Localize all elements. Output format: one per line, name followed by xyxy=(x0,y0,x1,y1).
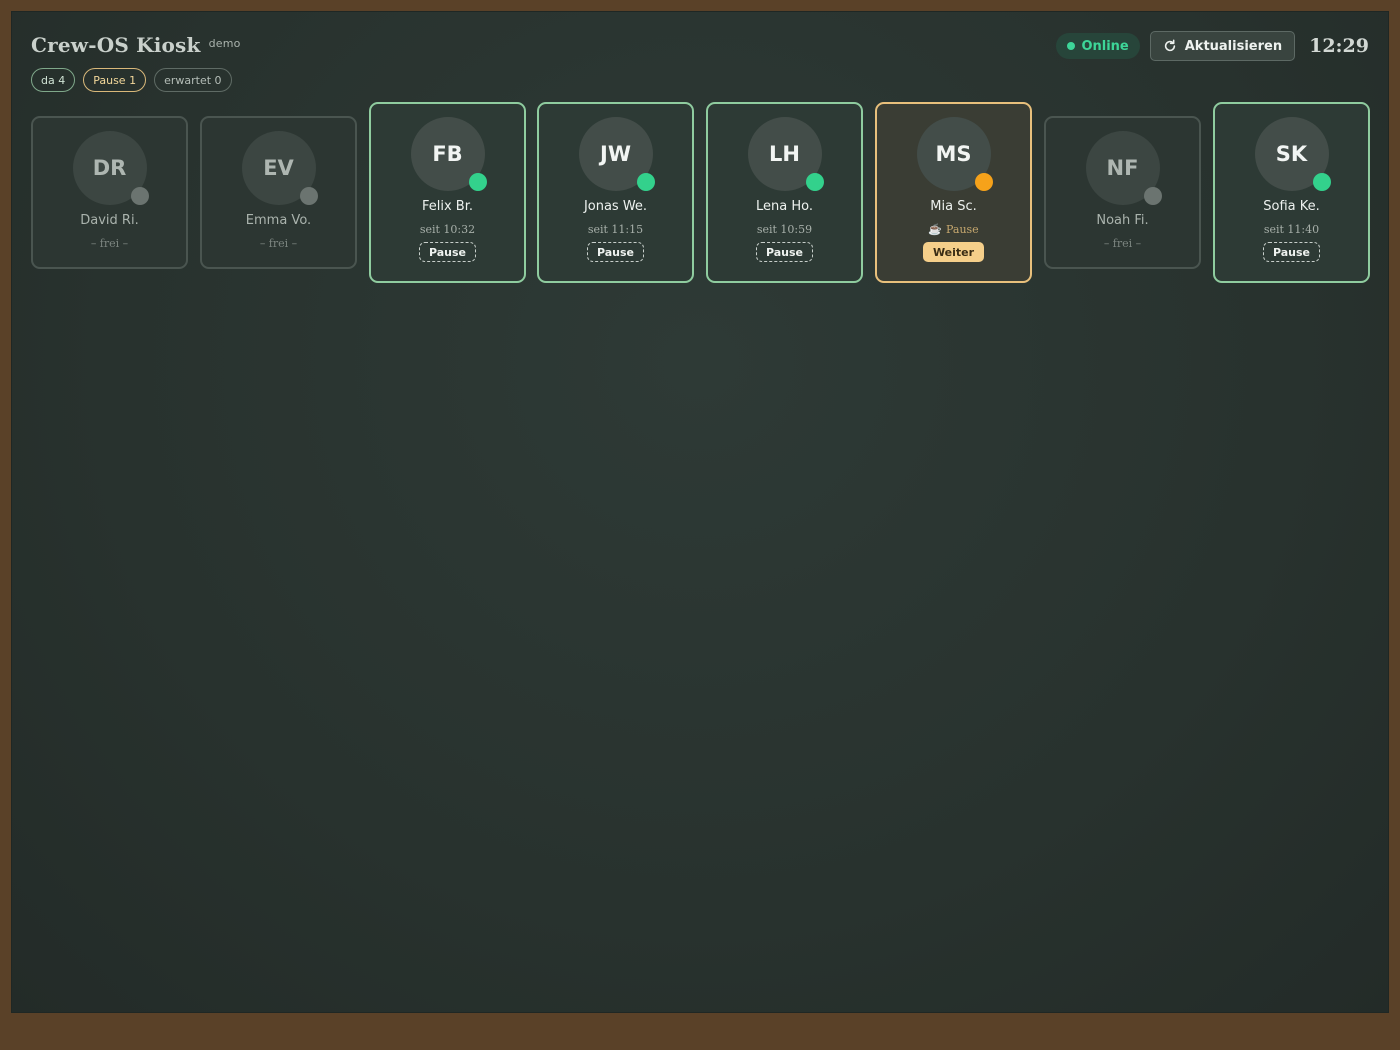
presence-dot-icon xyxy=(299,187,318,205)
crew-name: Mia Sc. xyxy=(930,199,977,214)
avatar: DR xyxy=(72,131,149,205)
crew-name: Sofia Ke. xyxy=(1263,199,1320,214)
clock: 12:29 xyxy=(1309,35,1369,57)
crew-name: Lena Ho. xyxy=(756,199,813,214)
crew-status-text: seit 11:40 xyxy=(1264,223,1319,236)
avatar: FB xyxy=(410,117,487,191)
crew-card[interactable]: SK Sofia Ke. seit 11:40 Pause xyxy=(1213,102,1370,283)
chip-expected[interactable]: erwartet 0 xyxy=(154,68,232,92)
crew-status-label: – frei – xyxy=(90,237,129,250)
online-dot-icon xyxy=(1067,42,1076,50)
avatar-initials: EV xyxy=(263,156,294,180)
crew-status-label: Pause xyxy=(945,223,979,236)
avatar: EV xyxy=(241,131,318,205)
presence-dot-icon xyxy=(974,173,993,191)
app-title-text: Crew-OS Kiosk xyxy=(31,33,201,57)
crew-status-text: ☕ Pause xyxy=(928,223,978,236)
kiosk-board: Crew-OS Kiosk demo da 4 Pause 1 erwartet … xyxy=(11,11,1389,1013)
avatar-initials: DR xyxy=(92,156,127,180)
crew-status-label: seit 10:59 xyxy=(756,223,813,236)
crew-status-label: – frei – xyxy=(259,237,298,250)
summary-chips: da 4 Pause 1 erwartet 0 xyxy=(31,68,232,92)
crew-status-text: seit 11:15 xyxy=(588,223,643,236)
crew-status-text: – frei – xyxy=(91,237,128,250)
crew-status-text: seit 10:59 xyxy=(757,223,812,236)
pause-button[interactable]: Pause xyxy=(755,242,814,262)
presence-dot-icon xyxy=(1312,173,1331,191)
crew-status-label: – frei – xyxy=(1103,237,1142,250)
refresh-icon xyxy=(1164,39,1175,52)
avatar: NF xyxy=(1085,131,1162,205)
presence-dot-icon xyxy=(1143,187,1162,205)
pause-button[interactable]: Pause xyxy=(1262,242,1321,262)
crew-card[interactable]: EV Emma Vo. – frei – xyxy=(200,116,357,269)
crew-status-label: seit 10:32 xyxy=(419,223,476,236)
crew-card[interactable]: LH Lena Ho. seit 10:59 Pause xyxy=(706,102,863,283)
avatar-initials: NF xyxy=(1106,156,1139,180)
avatar-initials: MS xyxy=(935,142,972,166)
demo-badge: demo xyxy=(208,37,241,50)
crew-card[interactable]: FB Felix Br. seit 10:32 Pause xyxy=(369,102,526,283)
resume-button[interactable]: Weiter xyxy=(922,242,985,262)
app-title: Crew-OS Kiosk demo xyxy=(31,33,241,57)
crew-card[interactable]: MS Mia Sc. ☕ Pause Weiter xyxy=(875,102,1032,283)
crew-status-text: – frei – xyxy=(260,237,297,250)
crew-name: Jonas We. xyxy=(583,199,648,214)
crew-card[interactable]: JW Jonas We. seit 11:15 Pause xyxy=(537,102,694,283)
pause-button[interactable]: Pause xyxy=(418,242,477,262)
avatar: MS xyxy=(916,117,993,191)
chip-present[interactable]: da 4 xyxy=(31,68,76,92)
crew-status-text: – frei – xyxy=(1104,237,1141,250)
avatar: LH xyxy=(747,117,824,191)
avatar: JW xyxy=(578,117,655,191)
crew-name: Felix Br. xyxy=(421,199,474,214)
refresh-label: Aktualisieren xyxy=(1184,38,1283,54)
presence-dot-icon xyxy=(805,173,824,191)
crew-status-label: seit 11:40 xyxy=(1263,223,1320,236)
coffee-cup-icon: ☕ xyxy=(928,223,942,236)
presence-dot-icon xyxy=(636,173,655,191)
crew-card[interactable]: NF Noah Fi. – frei – xyxy=(1044,116,1201,269)
avatar-initials: SK xyxy=(1275,142,1308,166)
crew-card[interactable]: DR David Ri. – frei – xyxy=(31,116,188,269)
refresh-button[interactable]: Aktualisieren xyxy=(1149,31,1296,61)
header-controls: Online Aktualisieren 12:29 xyxy=(1056,31,1369,61)
status-text: Online xyxy=(1081,38,1129,54)
crew-name: Emma Vo. xyxy=(245,213,312,228)
avatar-initials: FB xyxy=(432,142,463,166)
presence-dot-icon xyxy=(468,173,487,191)
crew-name: David Ri. xyxy=(80,213,139,228)
avatar-initials: JW xyxy=(600,142,631,166)
crew-status-label: seit 11:15 xyxy=(587,223,644,236)
pause-button[interactable]: Pause xyxy=(586,242,645,262)
presence-dot-icon xyxy=(130,187,149,205)
status-badge: Online xyxy=(1056,33,1140,59)
crew-status-text: seit 10:32 xyxy=(420,223,475,236)
chip-pause[interactable]: Pause 1 xyxy=(83,68,147,92)
avatar-initials: LH xyxy=(769,142,800,166)
avatar: SK xyxy=(1254,117,1331,191)
crew-name: Noah Fi. xyxy=(1096,213,1149,228)
